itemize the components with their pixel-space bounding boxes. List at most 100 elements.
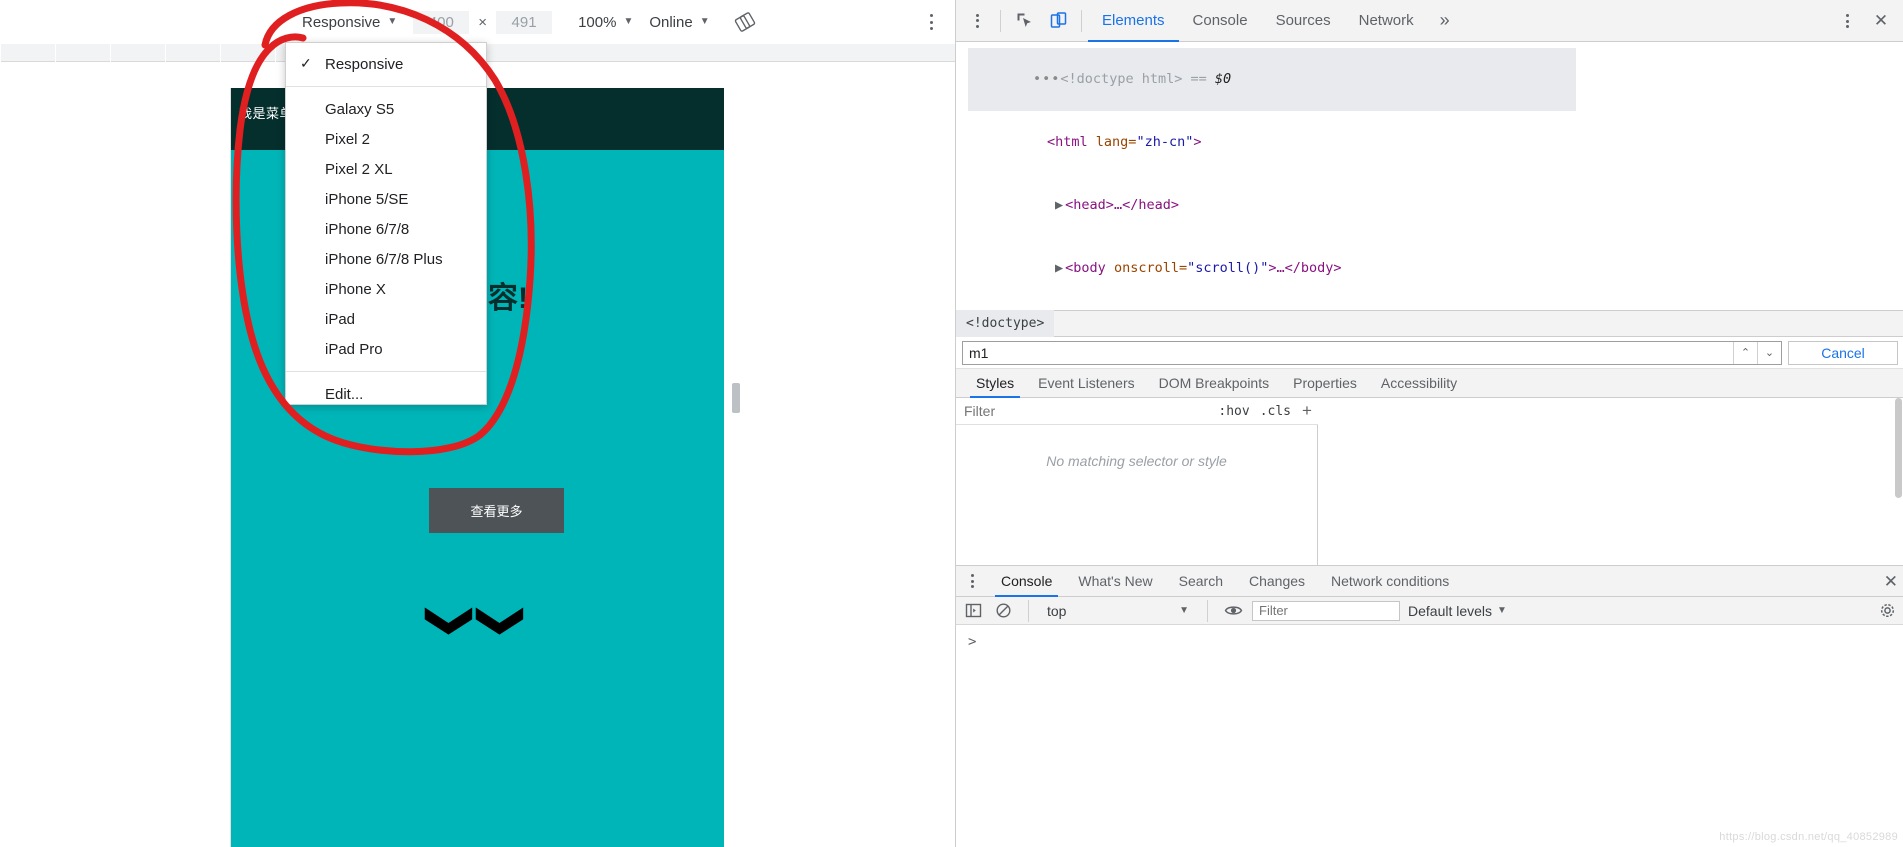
tab-properties[interactable]: Properties bbox=[1281, 369, 1369, 398]
throttling-selector[interactable]: Online ▼ bbox=[649, 14, 709, 31]
menu-divider bbox=[286, 371, 486, 372]
tab-label: Sources bbox=[1275, 12, 1331, 29]
dom-node-head[interactable]: ▶ <head>…</head> bbox=[968, 174, 1576, 237]
dom-node-body[interactable]: ▶ <body onscroll="scroll()">…</body> bbox=[968, 237, 1576, 300]
drawer-tab-network-conditions[interactable]: Network conditions bbox=[1318, 566, 1462, 597]
dom-html-attr-value: "zh-cn" bbox=[1136, 134, 1194, 150]
tab-label: Event Listeners bbox=[1038, 375, 1135, 391]
device-menu-item-ipad[interactable]: iPad bbox=[286, 304, 486, 334]
breadcrumb-item-doctype[interactable]: <!doctype> bbox=[956, 310, 1055, 337]
dom-body-attr: onscroll= bbox=[1105, 260, 1188, 276]
console-filter-input[interactable] bbox=[1252, 600, 1400, 621]
inspect-element-icon[interactable] bbox=[1007, 6, 1041, 36]
chevron-down-icon-2: ❯ bbox=[477, 601, 530, 641]
drawer-close-icon[interactable]: ✕ bbox=[1884, 572, 1898, 592]
device-menu-item-pixel-2-xl[interactable]: Pixel 2 XL bbox=[286, 154, 486, 184]
dom-search-bar: ⌃ ⌄ Cancel bbox=[956, 337, 1903, 369]
toggle-pseudo-state-button[interactable]: :hov bbox=[1213, 404, 1254, 419]
close-devtools-icon[interactable]: ✕ bbox=[1864, 6, 1898, 36]
drawer-kebab-menu-icon[interactable] bbox=[962, 571, 982, 591]
tab-label: Search bbox=[1178, 573, 1223, 589]
drawer-tab-changes[interactable]: Changes bbox=[1236, 566, 1318, 597]
live-expression-eye-icon[interactable] bbox=[1222, 601, 1244, 621]
device-menu-item-label: iPhone 6/7/8 Plus bbox=[325, 250, 443, 268]
device-emulation-toolbar: Responsive ▼ 400 × 491 100% ▼ Online ▼ bbox=[0, 0, 955, 44]
search-cancel-button[interactable]: Cancel bbox=[1788, 340, 1898, 365]
drawer-tab-console[interactable]: Console bbox=[988, 566, 1065, 597]
page-cta-button[interactable]: 查看更多 bbox=[429, 488, 564, 533]
styles-empty-message: No matching selector or style bbox=[1046, 453, 1227, 469]
expand-arrow-icon[interactable]: ▶ bbox=[1055, 197, 1063, 213]
computed-styles-pane bbox=[1318, 398, 1903, 565]
search-input[interactable] bbox=[963, 341, 1733, 364]
tab-console[interactable]: Console bbox=[1179, 0, 1262, 42]
device-menu-item-ipad-pro[interactable]: iPad Pro bbox=[286, 334, 486, 364]
device-menu-item-galaxy-s5[interactable]: Galaxy S5 bbox=[286, 94, 486, 124]
tab-label: Elements bbox=[1102, 12, 1165, 29]
zoom-selector[interactable]: 100% ▼ bbox=[578, 14, 633, 31]
devtools-kebab-menu-icon[interactable] bbox=[960, 6, 994, 36]
device-selector[interactable]: Responsive ▼ bbox=[300, 11, 399, 34]
drawer-tab-search[interactable]: Search bbox=[1166, 566, 1236, 597]
tab-elements[interactable]: Elements bbox=[1088, 0, 1179, 42]
console-context-selector[interactable]: top ▼ bbox=[1043, 601, 1193, 621]
chevron-down-icon: ▼ bbox=[1497, 604, 1507, 616]
dom-breadcrumb[interactable]: <!doctype> bbox=[956, 310, 1903, 337]
device-menu-item-iphone-x[interactable]: iPhone X bbox=[286, 274, 486, 304]
tab-label: Network bbox=[1358, 12, 1414, 29]
device-menu-item-iphone-5-se[interactable]: iPhone 5/SE bbox=[286, 184, 486, 214]
elements-dom-tree[interactable]: •••<!doctype html> == $0 <html lang="zh-… bbox=[956, 42, 1576, 339]
device-menu-item-pixel-2[interactable]: Pixel 2 bbox=[286, 124, 486, 154]
expand-arrow-icon[interactable]: ▶ bbox=[1055, 260, 1063, 276]
tab-dom-breakpoints[interactable]: DOM Breakpoints bbox=[1147, 369, 1281, 398]
dom-node-html[interactable]: <html lang="zh-cn"> bbox=[968, 111, 1576, 174]
console-levels-selector[interactable]: Default levels ▼ bbox=[1408, 603, 1507, 619]
chevron-down-icon: ▼ bbox=[699, 16, 710, 27]
search-next-icon[interactable]: ⌄ bbox=[1757, 341, 1781, 364]
toggle-class-button[interactable]: .cls bbox=[1255, 404, 1296, 419]
dom-node-doctype[interactable]: •••<!doctype html> == $0 bbox=[968, 48, 1576, 111]
device-menu-item-iphone-6-7-8[interactable]: iPhone 6/7/8 bbox=[286, 214, 486, 244]
device-menu-item-label: Pixel 2 XL bbox=[325, 160, 393, 178]
device-menu-item-edit[interactable]: Edit... bbox=[286, 379, 486, 409]
device-toolbar-kebab-menu-icon[interactable] bbox=[922, 12, 940, 32]
viewport-height-input[interactable]: 491 bbox=[496, 10, 553, 34]
viewport-width-input[interactable]: 400 bbox=[413, 10, 470, 34]
toolbar-divider bbox=[1028, 599, 1029, 622]
device-menu-item-iphone-6-7-8-plus[interactable]: iPhone 6/7/8 Plus bbox=[286, 244, 486, 274]
device-menu-item-label: iPhone 5/SE bbox=[325, 190, 409, 208]
tab-label: Styles bbox=[976, 375, 1015, 391]
device-selector-label: Responsive bbox=[302, 13, 381, 31]
device-selector-dropdown[interactable]: ✓ Responsive Galaxy S5 Pixel 2 Pixel 2 X… bbox=[285, 42, 487, 405]
search-input-wrapper[interactable]: ⌃ ⌄ bbox=[962, 340, 1782, 365]
dimension-separator: × bbox=[478, 13, 488, 31]
styles-pane: No matching selector or style bbox=[956, 425, 1318, 565]
console-output-area[interactable]: > bbox=[956, 625, 1903, 847]
device-menu-item-responsive[interactable]: ✓ Responsive bbox=[286, 49, 486, 79]
viewport-resize-handle[interactable] bbox=[732, 383, 740, 413]
scroll-down-chevrons-icon[interactable]: ❯ ❯ bbox=[231, 602, 724, 641]
console-sidebar-icon[interactable] bbox=[962, 601, 984, 621]
console-settings-gear-icon[interactable] bbox=[1876, 601, 1898, 621]
tab-accessibility[interactable]: Accessibility bbox=[1369, 369, 1469, 398]
drawer-tab-whats-new[interactable]: What's New bbox=[1065, 566, 1165, 597]
styles-filter-input[interactable] bbox=[956, 402, 1214, 420]
dom-body-tag: <body bbox=[1065, 260, 1106, 276]
new-style-rule-icon[interactable]: + bbox=[1296, 400, 1318, 422]
toolbar-divider bbox=[1207, 599, 1208, 622]
tab-label: Accessibility bbox=[1380, 375, 1458, 391]
tab-network[interactable]: Network bbox=[1345, 0, 1428, 42]
devtools-settings-kebab-icon[interactable] bbox=[1830, 6, 1864, 36]
search-prev-icon[interactable]: ⌃ bbox=[1733, 341, 1757, 364]
tab-styles[interactable]: Styles bbox=[964, 369, 1026, 398]
tab-event-listeners[interactable]: Event Listeners bbox=[1026, 369, 1147, 398]
rotate-device-icon[interactable] bbox=[734, 11, 756, 33]
clear-console-icon[interactable] bbox=[992, 601, 1014, 621]
toggle-device-toolbar-icon[interactable] bbox=[1041, 6, 1075, 36]
tab-sources[interactable]: Sources bbox=[1262, 0, 1345, 42]
more-tabs-icon[interactable]: » bbox=[1428, 10, 1462, 31]
menu-divider bbox=[286, 86, 486, 87]
styles-scrollbar[interactable] bbox=[1895, 398, 1902, 498]
dom-selected-ref: $0 bbox=[1214, 71, 1232, 87]
dom-html-tag-close: > bbox=[1193, 134, 1202, 150]
